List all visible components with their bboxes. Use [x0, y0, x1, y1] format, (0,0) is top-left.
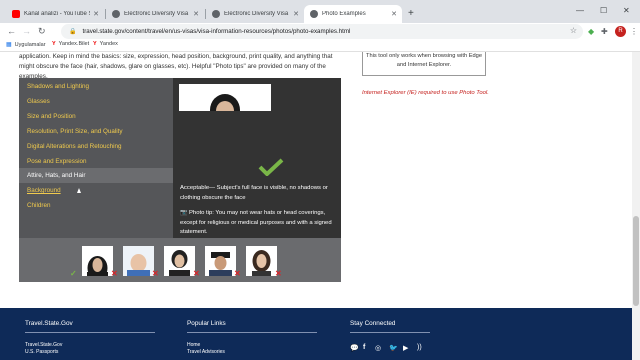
- footer-link[interactable]: Travel Advisories: [187, 349, 225, 355]
- bookmark-apps[interactable]: ▦ Uygulamalar: [6, 41, 46, 49]
- instagram-icon[interactable]: ◎: [375, 344, 381, 352]
- cross-icon: ✕: [275, 269, 282, 278]
- menu-item-glasses[interactable]: Glasses: [27, 98, 50, 105]
- new-tab-button[interactable]: +: [408, 8, 414, 19]
- globe-icon: [112, 10, 120, 18]
- scrollbar-thumb[interactable]: [633, 216, 639, 306]
- close-tab-icon[interactable]: ✕: [193, 10, 199, 18]
- bookmark-yandex-bilet[interactable]: Y Yandex.Bilet: [52, 41, 89, 47]
- youtube-icon: [12, 10, 20, 18]
- photo-examples-panel: Shadows and Lighting Glasses Size and Po…: [19, 78, 341, 282]
- acceptable-description: Acceptable— Subject's full face is visib…: [180, 185, 328, 201]
- browser-toolbar: ← → ↻ 🔒 travel.state.gov/content/travel/…: [0, 23, 640, 40]
- tab-dv-program-1[interactable]: Electronic Diversity Visa Program ✕: [106, 5, 204, 23]
- menu-item-shadows[interactable]: Shadows and Lighting: [27, 83, 89, 90]
- menu-dots-icon[interactable]: ⋮: [630, 27, 638, 36]
- footer-link[interactable]: Home: [187, 342, 200, 348]
- big-checkmark-icon: [258, 158, 284, 176]
- apps-grid-icon: ▦: [6, 42, 12, 48]
- bookmark-yandex[interactable]: Y Yandex: [93, 41, 118, 47]
- site-footer: Travel.State.Gov Travel.State.Gov U.S. P…: [0, 308, 632, 360]
- portrait-image: [179, 84, 271, 111]
- menu-item-background[interactable]: Background: [27, 187, 61, 194]
- bookmarks-bar: ▦ Uygulamalar Y Yandex.Bilet Y Yandex: [0, 40, 640, 52]
- yandex-icon: Y: [93, 41, 97, 47]
- category-menu: Shadows and Lighting Glasses Size and Po…: [19, 78, 173, 238]
- tab-photo-examples[interactable]: Photo Examples ✕: [304, 5, 402, 23]
- ie-required-note: Internet Explorer (IE) required to use P…: [362, 90, 489, 96]
- close-tab-icon[interactable]: ✕: [293, 10, 299, 18]
- page-content: application. Keep in mind the basics: si…: [0, 52, 632, 360]
- maximize-icon[interactable]: ☐: [600, 6, 607, 15]
- footer-link[interactable]: Travel.State.Gov: [25, 342, 62, 348]
- example-photo: [179, 84, 271, 111]
- thumbnail-1[interactable]: [82, 246, 113, 276]
- cross-icon: ✕: [152, 269, 159, 278]
- menu-item-digital-alterations[interactable]: Digital Alterations and Retouching: [27, 143, 122, 150]
- close-window-icon[interactable]: ✕: [623, 6, 630, 15]
- extension-icon[interactable]: ◆: [588, 27, 594, 36]
- menu-item-size-position[interactable]: Size and Position: [27, 113, 76, 120]
- check-icon: ✓: [70, 269, 77, 278]
- example-thumbnails: ✓ ✕ ✕ ✕ ✕ ✕: [19, 238, 341, 282]
- cross-icon: ✕: [111, 269, 118, 278]
- puzzle-icon[interactable]: ✚: [601, 27, 608, 36]
- footer-link[interactable]: U.S. Passports: [25, 349, 58, 355]
- thumbnail-2[interactable]: [123, 246, 154, 276]
- tab-youtube-studio[interactable]: Kanal analizi - YouTube Studio ✕: [6, 5, 104, 23]
- mouse-cursor-icon: [77, 188, 81, 193]
- bookmark-star-icon[interactable]: ☆: [570, 26, 577, 35]
- close-tab-icon[interactable]: ✕: [93, 10, 99, 18]
- thumbnail-3[interactable]: [164, 246, 195, 276]
- thumbnail-4[interactable]: [205, 246, 236, 276]
- photo-tip: 📷 Photo tip: You may not wear hats or he…: [180, 210, 332, 235]
- footer-title-travel[interactable]: Travel.State.Gov: [25, 320, 73, 327]
- url-text: travel.state.gov/content/travel/en/us-vi…: [82, 28, 351, 35]
- cross-icon: ✕: [234, 269, 241, 278]
- yandex-icon: Y: [52, 41, 56, 47]
- example-display: Acceptable— Subject's full face is visib…: [173, 78, 341, 238]
- globe-icon: [310, 10, 318, 18]
- forward-icon[interactable]: →: [22, 26, 31, 36]
- menu-item-attire[interactable]: Attire, Hats, and Hair: [27, 172, 85, 179]
- chat-icon[interactable]: 💬: [350, 344, 359, 352]
- menu-item-resolution[interactable]: Resolution, Print Size, and Quality: [27, 128, 123, 135]
- avatar[interactable]: R: [615, 26, 626, 37]
- reload-icon[interactable]: ↻: [38, 26, 46, 37]
- close-tab-icon[interactable]: ✕: [391, 10, 397, 18]
- minimize-icon[interactable]: —: [576, 6, 584, 15]
- youtube-icon[interactable]: ▶: [403, 344, 408, 352]
- back-icon[interactable]: ←: [7, 26, 16, 36]
- lock-icon: 🔒: [69, 29, 77, 35]
- twitter-icon[interactable]: 🐦: [389, 344, 398, 352]
- rss-icon[interactable]: )): [417, 344, 422, 351]
- globe-icon: [212, 10, 220, 18]
- tab-dv-program-2[interactable]: Electronic Diversity Visa Program ✕: [206, 5, 304, 23]
- footer-title-popular: Popular Links: [187, 320, 226, 327]
- cross-icon: ✕: [193, 269, 200, 278]
- tab-bar: Kanal analizi - YouTube Studio ✕ Electro…: [0, 0, 640, 23]
- thumbnail-5[interactable]: [246, 246, 277, 276]
- footer-title-stay-connected: Stay Connected: [350, 320, 396, 327]
- camera-icon: 📷: [180, 210, 189, 216]
- page-scrollbar[interactable]: [632, 52, 640, 360]
- address-bar[interactable]: 🔒 travel.state.gov/content/travel/en/us-…: [61, 24, 583, 39]
- menu-item-pose-expression[interactable]: Pose and Expression: [27, 158, 87, 165]
- facebook-icon[interactable]: f: [363, 344, 365, 351]
- menu-item-children[interactable]: Children: [27, 202, 50, 209]
- photo-tool-notice: This tool only works when browsing with …: [362, 52, 486, 76]
